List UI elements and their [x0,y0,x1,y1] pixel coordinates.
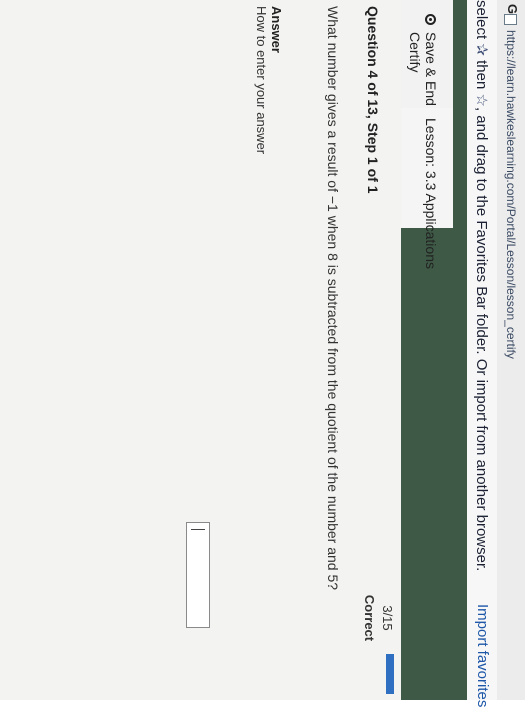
progress-indicator [386,654,394,694]
page-icon [504,14,517,25]
text-cursor [191,529,205,530]
favorites-star-icon: ✰ [473,43,490,56]
lesson-label: Lesson: 3.3 Applications [423,118,439,269]
save-end-certify-button[interactable]: Save & End Certify [401,0,453,109]
target-icon [425,14,436,25]
score-status: Correct [362,594,377,642]
favorites-info-bar: select ✰ then ☆, and drag to the Favorit… [466,0,497,707]
save-end-certify-label: Save & End Certify [407,32,439,106]
lesson-tab[interactable]: Lesson: 3.3 Applications [401,108,453,269]
browser-address-bar: Go https://learn.hawkeslearning.com/Port… [496,0,525,700]
favorites-message: select ✰ then ☆, and drag to the Favorit… [473,0,490,572]
star-icon: ☆ [473,93,490,107]
question-title: Question 4 of 13, Step 1 of 1 [365,6,381,194]
score-panel: 3/15 Correct [341,588,401,648]
score-fraction: 3/15 [380,605,395,631]
app-window: Go https://learn.hawkeslearning.com/Port… [0,0,525,707]
lesson-nav-bar: Save & End Certify Lesson: 3.3 Applicati… [401,0,467,700]
question-text: What number gives a result of −1 when 8 … [325,6,341,591]
answer-label: Answer [269,6,284,53]
answer-input[interactable] [186,522,210,628]
how-to-enter-answer-link[interactable]: How to enter your answer [254,6,269,154]
url-field[interactable]: https://learn.hawkeslearning.com/Portal/… [504,30,518,359]
import-favorites-link[interactable]: Import favorites [474,604,491,707]
